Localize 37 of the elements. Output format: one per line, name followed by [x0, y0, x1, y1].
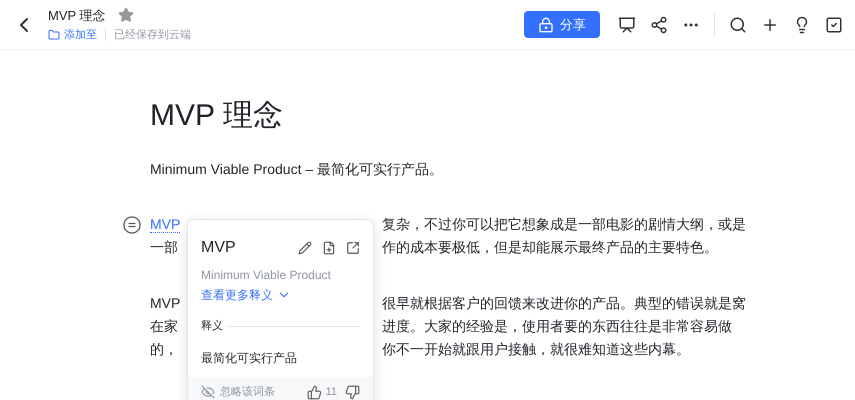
- document-title: MVP 理念: [48, 6, 106, 24]
- paragraph-text: 很早就根据客户的回馈来改进你的产品。典型的错误就是窝: [382, 294, 746, 313]
- star-icon[interactable]: [118, 7, 134, 24]
- paragraph-text: 作的成本要极低，但是却能展示最终产品的主要特色。: [382, 238, 718, 257]
- open-external-icon[interactable]: [346, 241, 360, 255]
- paragraph-text: 你不一开始就跟用户接触，就很难知道这些内幕。: [382, 340, 690, 359]
- more-definitions-link[interactable]: 查看更多释义: [201, 286, 291, 304]
- subtitle: Minimum Viable Product – 最简化可实行产品。: [150, 160, 444, 179]
- paragraph-text: MVP: [150, 295, 180, 311]
- add-to-link[interactable]: 添加至: [64, 27, 97, 44]
- eye-off-icon: [201, 385, 215, 400]
- paragraph-text: 复杂，不过你可以把它想象成是一部电影的剧情大纲，或是: [382, 215, 746, 234]
- lock-icon: [538, 16, 554, 32]
- comment-icon[interactable]: [123, 216, 141, 234]
- folder-icon[interactable]: [48, 29, 60, 42]
- add-note-icon[interactable]: [322, 241, 336, 255]
- term-link[interactable]: MVP: [150, 216, 180, 233]
- paragraph-text: 在家: [150, 318, 178, 334]
- share-button[interactable]: 分享: [524, 11, 600, 38]
- term-full-name: Minimum Viable Product: [201, 267, 332, 284]
- paragraph-text: 的，: [150, 341, 178, 357]
- save-status: 已经保存到云端: [114, 28, 191, 43]
- paragraph-text: 一部: [150, 239, 178, 255]
- heading: MVP 理念: [150, 98, 284, 134]
- definition-text: 最简化可实行产品: [201, 350, 298, 366]
- like-count: 11: [326, 385, 337, 400]
- term-title: MVP: [201, 238, 236, 258]
- checkbox-icon[interactable]: [825, 16, 843, 34]
- paragraph-text: 进度。大家的经验是，使用者要的东西往往是非常容易做: [382, 317, 732, 336]
- ignore-term-button[interactable]: 忽略该词条: [220, 384, 275, 400]
- nodes-icon[interactable]: [650, 16, 668, 34]
- thumbs-down-icon[interactable]: [345, 384, 360, 400]
- thumbs-up-icon[interactable]: [306, 384, 322, 400]
- edit-icon[interactable]: [298, 241, 312, 255]
- search-icon[interactable]: [729, 16, 747, 34]
- section-label: 释义: [201, 318, 223, 334]
- presentation-icon[interactable]: [618, 16, 636, 34]
